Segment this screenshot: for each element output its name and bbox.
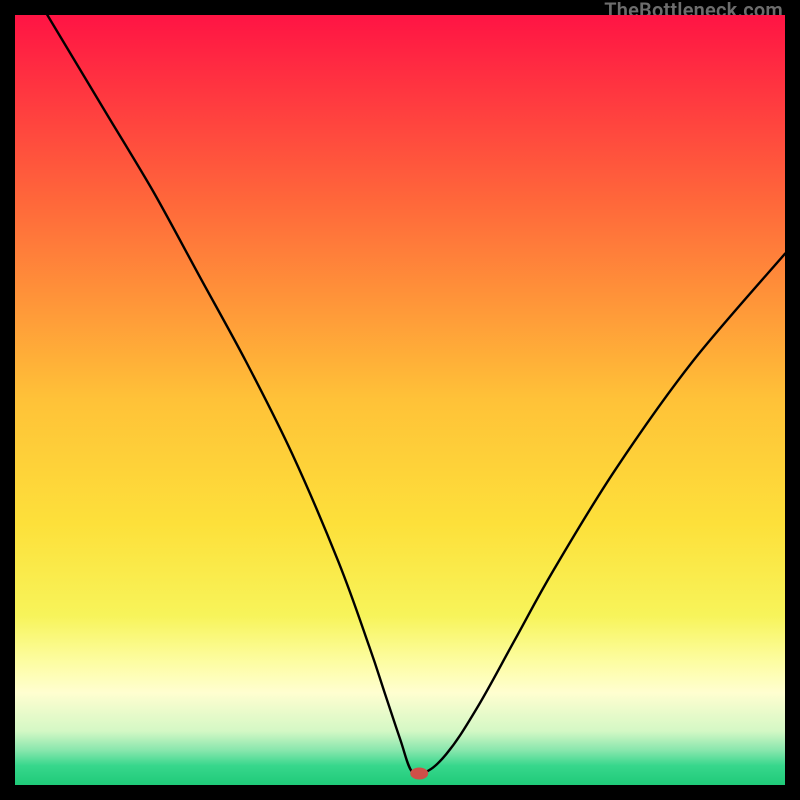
chart-frame: TheBottleneck.com	[0, 0, 800, 800]
gradient-background	[15, 15, 785, 785]
plot-area	[15, 15, 785, 785]
